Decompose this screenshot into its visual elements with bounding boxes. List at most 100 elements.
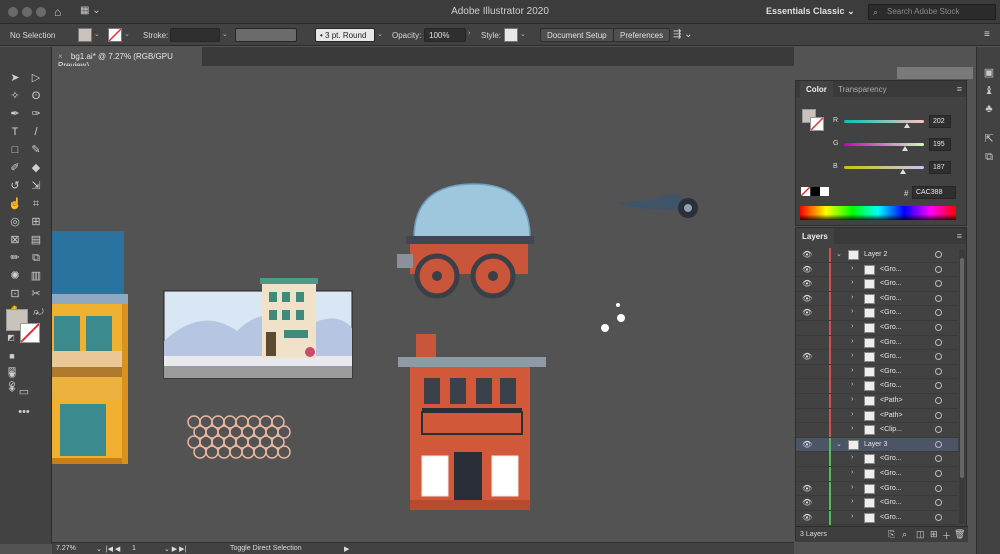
target-circle-icon[interactable] xyxy=(935,411,942,419)
eraser-icon[interactable]: ◆ xyxy=(28,161,44,175)
layers-scrollbar-thumb[interactable] xyxy=(960,258,964,478)
artboard-canvas[interactable] xyxy=(52,66,794,542)
target-circle-icon[interactable] xyxy=(935,470,942,477)
rotate-tool-icon[interactable]: ↺ xyxy=(7,179,23,193)
sublayer-row[interactable]: 👁 › <Gro... xyxy=(796,481,958,497)
chevron-down-icon[interactable]: ⌄ xyxy=(836,440,842,448)
blue-value-field[interactable]: 187 xyxy=(929,161,951,174)
scale-tool-icon[interactable]: ⇲ xyxy=(28,179,44,193)
sublayer-row[interactable]: 👁 › <Gro... xyxy=(796,350,958,365)
target-circle-icon[interactable] xyxy=(935,397,942,404)
artboard-tool-icon[interactable]: ⊡ xyxy=(7,287,23,301)
new-sublayer-icon[interactable]: ⊞ xyxy=(930,529,938,540)
target-circle-icon[interactable] xyxy=(935,324,942,331)
layer-name[interactable]: Layer 2 xyxy=(864,251,887,258)
chevron-down-icon[interactable]: ⌄ xyxy=(836,250,842,258)
shaper-tool-icon[interactable]: ✐ xyxy=(7,161,23,175)
layer-row[interactable]: 👁 ⌄ Layer 3 xyxy=(796,437,958,453)
target-circle-icon[interactable] xyxy=(935,294,942,302)
layer-name[interactable]: <Gro... xyxy=(880,324,902,331)
curvature-tool-icon[interactable]: ✑ xyxy=(28,107,44,121)
layers-scrollbar[interactable] xyxy=(959,250,965,524)
chevron-right-icon[interactable]: › xyxy=(851,396,853,403)
lasso-icon[interactable]: ʘ xyxy=(28,89,44,103)
visibility-eye-icon[interactable]: 👁 xyxy=(802,308,812,317)
default-colors-icon[interactable]: ◩ xyxy=(3,331,19,345)
graphic-style-swatch[interactable] xyxy=(504,28,518,42)
chevron-right-icon[interactable]: › xyxy=(851,411,853,418)
chevron-down-icon[interactable]: ⌄ xyxy=(520,30,526,38)
none-swatch[interactable] xyxy=(800,186,811,197)
symbols-icon[interactable]: ♣ xyxy=(983,103,995,115)
target-circle-icon[interactable] xyxy=(935,367,942,375)
gradient-tool-icon[interactable]: ▤ xyxy=(28,233,44,247)
layer-name[interactable]: <Path> xyxy=(880,397,903,404)
visibility-eye-icon[interactable]: 👁 xyxy=(802,250,812,259)
graph-tool-icon[interactable]: ▥ xyxy=(28,269,44,283)
visibility-eye-icon[interactable]: 👁 xyxy=(802,352,812,361)
layer-name[interactable]: <Gro... xyxy=(880,368,902,375)
layer-name[interactable]: <Gro... xyxy=(880,280,902,287)
chevron-right-icon[interactable]: › xyxy=(851,279,853,286)
sublayer-row[interactable]: › <Gro... xyxy=(796,467,958,482)
target-circle-icon[interactable] xyxy=(935,251,942,258)
chevron-down-icon[interactable]: ⌄ xyxy=(94,30,100,38)
brush-definition[interactable]: • 3 pt. Round xyxy=(315,28,375,42)
panel-menu-icon[interactable]: ≡ xyxy=(957,231,962,241)
hex-value-field[interactable]: CAC388 xyxy=(912,186,956,199)
direct-selection-tool-icon[interactable]: ▷ xyxy=(28,71,44,85)
collect-export-icon[interactable]: ⎘ xyxy=(888,529,895,540)
layer-name[interactable]: <Gro... xyxy=(880,455,902,462)
type-tool-icon[interactable]: T xyxy=(7,125,23,139)
document-setup-button[interactable]: Document Setup xyxy=(540,28,614,42)
blend-tool-icon[interactable]: ⧉ xyxy=(28,251,44,265)
blue-slider-track[interactable] xyxy=(844,166,924,169)
mesh-tool-icon[interactable]: ⊠ xyxy=(7,233,23,247)
screen-mode-icon[interactable]: ▭ xyxy=(16,385,32,399)
perspective-grid-icon[interactable]: ⊞ xyxy=(28,215,44,229)
edit-toolbar-icon[interactable]: ••• xyxy=(16,405,32,419)
sublayer-row[interactable]: › <Gro... xyxy=(796,364,958,380)
stroke-swatch[interactable] xyxy=(108,28,122,42)
target-circle-icon[interactable] xyxy=(935,265,942,273)
color-mode-icon[interactable]: ■ ▨ ⊘ xyxy=(4,349,20,389)
target-circle-icon[interactable] xyxy=(935,382,942,390)
chevron-right-icon[interactable]: › xyxy=(851,367,853,374)
artboards-icon[interactable]: ⧉ xyxy=(983,151,995,163)
layer-name[interactable]: <Gro... xyxy=(880,309,902,316)
line-tool-icon[interactable]: / xyxy=(28,125,44,139)
chevron-right-icon[interactable]: › xyxy=(851,323,853,330)
tab-layers[interactable]: Layers xyxy=(796,228,834,244)
layer-name[interactable]: <Gro... xyxy=(880,470,902,477)
workspace-switcher[interactable]: Essentials Classic ⌄ xyxy=(766,6,855,17)
chevron-right-icon[interactable]: › xyxy=(851,484,853,491)
color-guide-icon[interactable]: ▣ xyxy=(983,67,995,79)
sublayer-row[interactable]: 👁 › <Gro... xyxy=(796,277,958,292)
target-circle-icon[interactable] xyxy=(935,353,942,361)
sublayer-row[interactable]: › <Gro... xyxy=(796,379,958,394)
shape-builder-icon[interactable]: ◎ xyxy=(7,215,23,229)
document-tab[interactable]: × bg1.ai* @ 7.27% (RGB/GPU Preview) xyxy=(52,47,202,70)
free-transform-icon[interactable]: ⌗ xyxy=(28,197,44,211)
chevron-right-icon[interactable]: › xyxy=(851,308,853,315)
visibility-eye-icon[interactable]: 👁 xyxy=(802,440,812,449)
red-value-field[interactable]: 202 xyxy=(929,115,951,128)
stroke-color-box[interactable] xyxy=(20,323,40,343)
target-circle-icon[interactable] xyxy=(935,455,942,463)
close-icon[interactable]: × xyxy=(58,52,63,61)
warp-tool-icon[interactable]: ☝ xyxy=(7,197,23,211)
panel-menu-icon[interactable]: ≡ xyxy=(957,84,962,94)
swap-colors-icon[interactable]: ⤾ xyxy=(32,305,48,319)
chevron-right-icon[interactable]: › xyxy=(851,454,853,461)
pen-tool-icon[interactable]: ✒ xyxy=(7,107,23,121)
zoom-dropdown-icon[interactable]: ⌄ |◀ ◀ xyxy=(96,545,120,553)
stroke-weight-field[interactable] xyxy=(170,28,220,42)
collapsed-panel-header[interactable] xyxy=(897,67,973,79)
sublayer-row[interactable]: 👁 › <Gro... xyxy=(796,291,958,307)
brushes-icon[interactable]: ♝ xyxy=(983,85,995,97)
layer-name[interactable]: <Gro... xyxy=(880,266,902,273)
visibility-eye-icon[interactable]: 👁 xyxy=(802,498,812,507)
sublayer-row[interactable]: › <Clip... xyxy=(796,423,958,438)
tab-color[interactable]: Color xyxy=(800,81,833,97)
sublayer-row[interactable]: › <Gro... xyxy=(796,452,958,467)
